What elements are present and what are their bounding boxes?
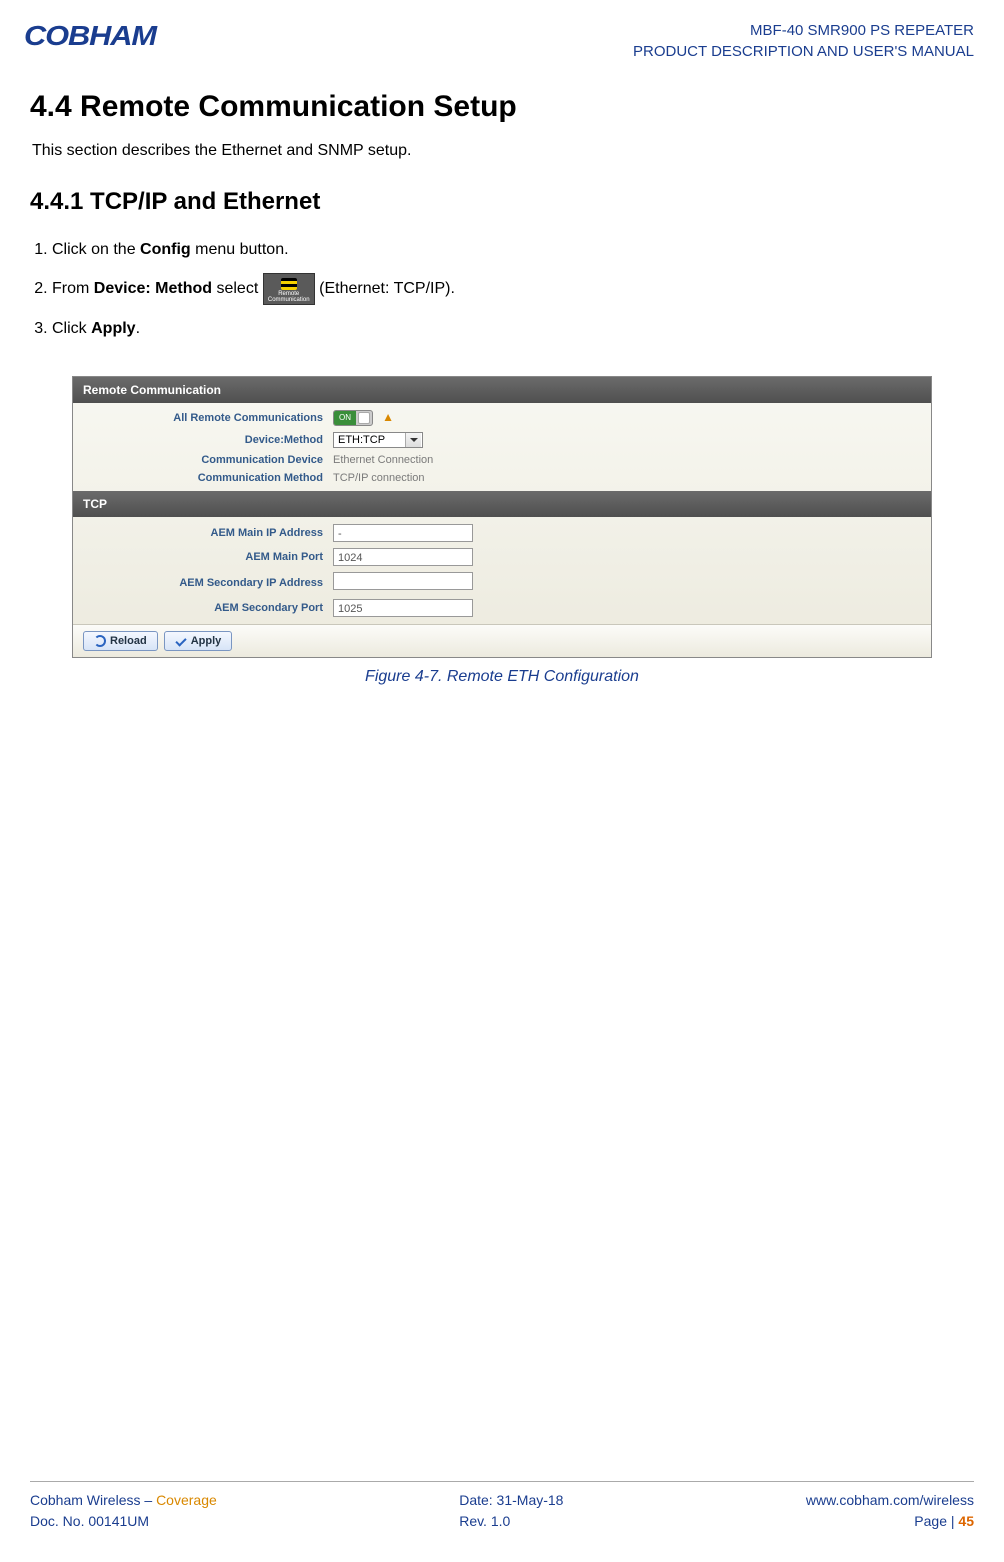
label-all-remote-communications: All Remote Communications (73, 412, 333, 424)
label-communication-method: Communication Method (73, 472, 333, 484)
config-screenshot: Remote Communication All Remote Communic… (72, 376, 932, 658)
input-aem-secondary-port[interactable]: 1025 (333, 599, 473, 617)
figure-caption: Figure 4-7. Remote ETH Configuration (30, 668, 974, 686)
reload-icon (94, 635, 106, 647)
footer-doc-no: Doc. No. 00141UM (30, 1511, 217, 1532)
header-line-1: MBF-40 SMR900 PS REPEATER (633, 20, 974, 41)
chevron-down-icon (405, 433, 421, 447)
label-aem-secondary-port: AEM Secondary Port (73, 602, 333, 614)
select-device-method[interactable]: ETH:TCP (333, 432, 423, 448)
label-aem-secondary-ip: AEM Secondary IP Address (73, 577, 333, 589)
label-aem-main-ip: AEM Main IP Address (73, 527, 333, 539)
step-1: Click on the Config menu button. (52, 236, 974, 263)
header-line-2: PRODUCT DESCRIPTION AND USER'S MANUAL (633, 41, 974, 62)
step-3: Click Apply. (52, 315, 974, 342)
logo: COBHAM (24, 20, 156, 52)
reload-button[interactable]: Reload (83, 631, 158, 651)
footer-brand: Cobham Wireless (30, 1492, 140, 1508)
footer-page-number: 45 (958, 1513, 974, 1529)
input-aem-main-ip[interactable]: - (333, 524, 473, 542)
toggle-all-remote-communications[interactable]: ON (333, 410, 373, 426)
apply-button[interactable]: Apply (164, 631, 233, 651)
warning-icon: ▲ (382, 410, 394, 424)
label-device-method: Device:Method (73, 434, 333, 446)
remote-communication-icon: Remote Communication (263, 273, 315, 305)
section-intro: This section describes the Ethernet and … (32, 142, 974, 160)
check-icon (175, 635, 187, 647)
input-aem-main-port[interactable]: 1024 (333, 548, 473, 566)
value-communication-device: Ethernet Connection (333, 454, 433, 466)
footer-coverage: Coverage (156, 1492, 217, 1508)
footer-page-label: Page | (914, 1513, 958, 1529)
step-2: From Device: Method select Remote Commun… (52, 273, 974, 305)
label-communication-device: Communication Device (73, 454, 333, 466)
footer-date: Date: 31-May-18 (459, 1490, 563, 1511)
footer-url: www.cobham.com/wireless (806, 1490, 974, 1511)
input-aem-secondary-ip[interactable] (333, 572, 473, 590)
subsection-heading: 4.4.1 TCP/IP and Ethernet (30, 188, 974, 216)
section-heading: 4.4 Remote Communication Setup (30, 90, 974, 124)
label-aem-main-port: AEM Main Port (73, 551, 333, 563)
footer-rev: Rev. 1.0 (459, 1511, 563, 1532)
value-communication-method: TCP/IP connection (333, 472, 425, 484)
panel-title-remote-communication: Remote Communication (73, 377, 931, 403)
panel-title-tcp: TCP (73, 491, 931, 517)
